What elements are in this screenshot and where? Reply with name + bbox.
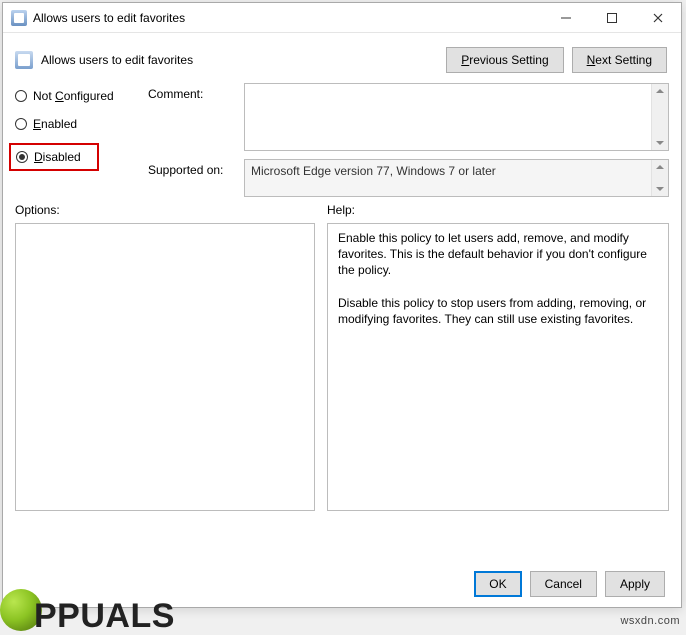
radio-icon bbox=[15, 90, 27, 102]
chevron-up-icon bbox=[655, 162, 665, 172]
policy-icon bbox=[15, 51, 33, 69]
supported-label: Supported on: bbox=[148, 159, 230, 197]
content-area: Allows users to edit favorites Previous … bbox=[3, 33, 681, 607]
chevron-down-icon bbox=[655, 138, 665, 148]
ok-button[interactable]: OK bbox=[474, 571, 521, 597]
policy-editor-window: Allows users to edit favorites Allows us… bbox=[2, 2, 682, 608]
radio-disabled[interactable]: Disabled bbox=[16, 148, 92, 166]
window-icon bbox=[11, 10, 27, 26]
next-setting-button[interactable]: Next Setting bbox=[572, 47, 667, 73]
options-label: Options: bbox=[15, 203, 315, 217]
scrollbar[interactable] bbox=[651, 84, 668, 150]
brand-overlay: PPUALS bbox=[0, 583, 175, 633]
comment-value bbox=[245, 84, 668, 92]
maximize-button[interactable] bbox=[589, 4, 635, 32]
chevron-up-icon bbox=[655, 86, 665, 96]
help-box: Enable this policy to let users add, rem… bbox=[327, 223, 669, 511]
lower-boxes: Enable this policy to let users add, rem… bbox=[15, 223, 669, 563]
policy-title: Allows users to edit favorites bbox=[41, 53, 193, 67]
highlight-selected: Disabled bbox=[9, 143, 99, 171]
comment-label: Comment: bbox=[148, 83, 230, 151]
close-button[interactable] bbox=[635, 4, 681, 32]
supported-value: Microsoft Edge version 77, Windows 7 or … bbox=[245, 160, 668, 182]
minimize-button[interactable] bbox=[543, 4, 589, 32]
apply-button[interactable]: Apply bbox=[605, 571, 665, 597]
comment-textarea[interactable] bbox=[244, 83, 669, 151]
header-row: Allows users to edit favorites Previous … bbox=[15, 43, 669, 77]
cancel-button[interactable]: Cancel bbox=[530, 571, 597, 597]
radio-enabled[interactable]: Enabled bbox=[15, 115, 130, 133]
window-title: Allows users to edit favorites bbox=[33, 11, 543, 25]
options-box bbox=[15, 223, 315, 511]
scrollbar[interactable] bbox=[651, 160, 668, 196]
brand-text: PPUALS bbox=[34, 599, 175, 633]
radio-icon-checked bbox=[16, 151, 28, 163]
titlebar: Allows users to edit favorites bbox=[3, 3, 681, 33]
chevron-down-icon bbox=[655, 184, 665, 194]
help-text: Enable this policy to let users add, rem… bbox=[338, 231, 650, 326]
lower-labels: Options: Help: bbox=[15, 203, 669, 217]
radio-not-configured[interactable]: Not Configured bbox=[15, 87, 130, 105]
supported-on-box: Microsoft Edge version 77, Windows 7 or … bbox=[244, 159, 669, 197]
previous-setting-button[interactable]: Previous Setting bbox=[446, 47, 563, 73]
radio-icon bbox=[15, 118, 27, 130]
help-label: Help: bbox=[327, 203, 355, 217]
state-radios: Not Configured Enabled Disabled bbox=[15, 83, 130, 197]
settings-row: Not Configured Enabled Disabled Comment: bbox=[15, 83, 669, 197]
watermark: wsxdn.com bbox=[620, 615, 680, 627]
